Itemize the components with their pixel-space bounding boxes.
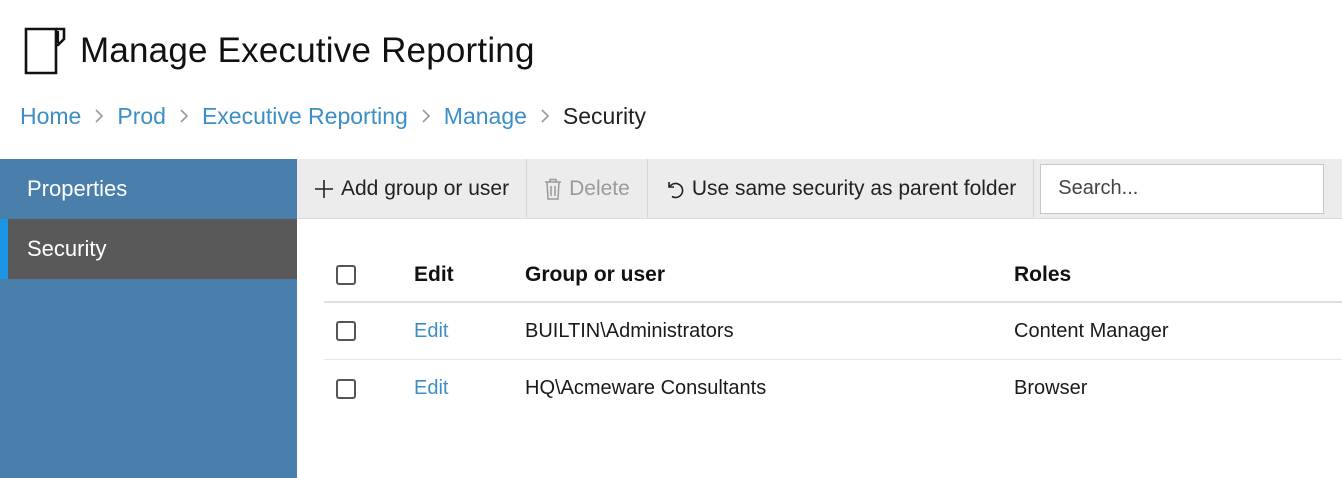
search-wrapper bbox=[1034, 159, 1325, 218]
undo-icon bbox=[665, 179, 685, 199]
trash-icon bbox=[544, 178, 562, 200]
add-group-or-user-button[interactable]: Add group or user bbox=[297, 159, 528, 218]
page-header: Manage Executive Reporting Home Prod Exe… bbox=[0, 0, 1342, 158]
breadcrumb-executive-reporting[interactable]: Executive Reporting bbox=[202, 103, 408, 130]
chevron-right-icon bbox=[540, 108, 550, 124]
plus-icon bbox=[314, 179, 334, 199]
sidebar: Properties Security bbox=[0, 159, 297, 478]
breadcrumb-home[interactable]: Home bbox=[20, 103, 81, 130]
page-title: Manage Executive Reporting bbox=[80, 31, 535, 70]
column-header-group-or-user: Group or user bbox=[525, 262, 666, 286]
sidebar-item-properties[interactable]: Properties bbox=[0, 159, 297, 219]
table-row: Edit BUILTIN\Administrators Content Mana… bbox=[324, 303, 1342, 360]
chevron-right-icon bbox=[94, 108, 104, 124]
breadcrumb: Home Prod Executive Reporting Manage Sec… bbox=[20, 100, 646, 132]
edit-link[interactable]: Edit bbox=[414, 377, 448, 399]
edit-link[interactable]: Edit bbox=[414, 320, 448, 342]
use-parent-security-label: Use same security as parent folder bbox=[691, 176, 1017, 200]
breadcrumb-prod[interactable]: Prod bbox=[117, 103, 166, 130]
sidebar-item-security[interactable]: Security bbox=[0, 219, 297, 279]
breadcrumb-manage[interactable]: Manage bbox=[444, 103, 527, 130]
column-header-roles: Roles bbox=[1014, 262, 1072, 286]
toolbar: Add group or user Delete Use same securi… bbox=[297, 159, 1342, 219]
roles-cell: Browser bbox=[1014, 377, 1088, 399]
roles-cell: Content Manager bbox=[1014, 319, 1169, 342]
chevron-right-icon bbox=[421, 108, 431, 124]
row-checkbox[interactable] bbox=[336, 378, 356, 399]
column-header-edit: Edit bbox=[414, 262, 454, 286]
title-row: Manage Executive Reporting bbox=[24, 26, 535, 76]
report-icon bbox=[24, 27, 66, 75]
table-row: Edit HQ\Acmeware Consultants Browser bbox=[324, 360, 1342, 417]
breadcrumb-current: Security bbox=[562, 102, 647, 129]
row-checkbox[interactable] bbox=[336, 321, 356, 341]
select-all-cell bbox=[324, 264, 414, 285]
delete-label: Delete bbox=[569, 176, 630, 200]
chevron-right-icon bbox=[179, 108, 189, 124]
search-input[interactable] bbox=[1040, 163, 1325, 214]
security-table: Edit Group or user Roles Edit BUILTIN\Ad… bbox=[324, 248, 1342, 417]
group-or-user-cell: BUILTIN\Administrators bbox=[525, 319, 734, 342]
delete-button[interactable]: Delete bbox=[527, 159, 648, 218]
select-all-checkbox[interactable] bbox=[336, 264, 356, 285]
add-group-or-user-label: Add group or user bbox=[341, 176, 510, 200]
group-or-user-cell: HQ\Acmeware Consultants bbox=[525, 377, 767, 399]
table-header-row: Edit Group or user Roles bbox=[324, 248, 1342, 303]
row-select-cell bbox=[324, 378, 414, 399]
use-parent-security-button[interactable]: Use same security as parent folder bbox=[648, 159, 1035, 218]
edit-cell: Edit bbox=[414, 320, 525, 343]
row-select-cell bbox=[324, 321, 414, 341]
edit-cell: Edit bbox=[414, 377, 525, 400]
